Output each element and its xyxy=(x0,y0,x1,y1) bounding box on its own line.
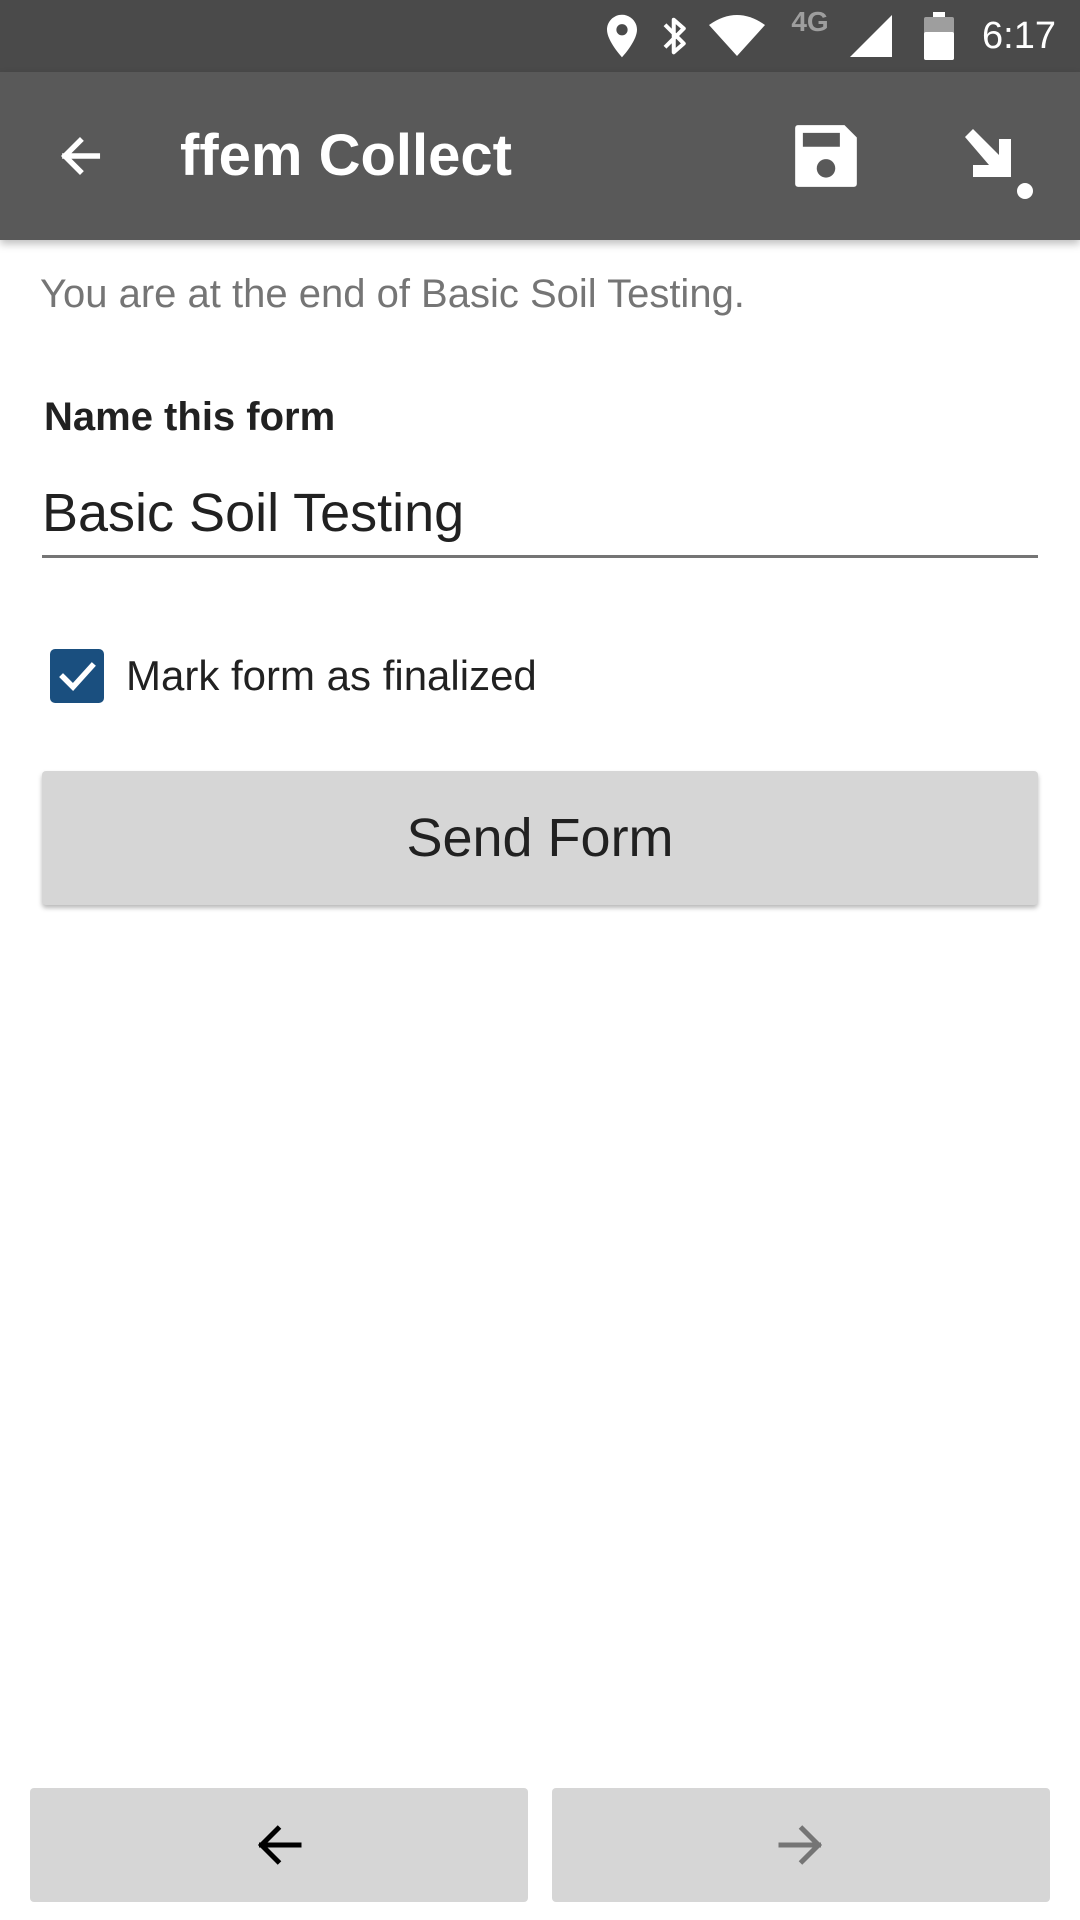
app-bar: ffem Collect xyxy=(0,72,1080,240)
send-form-button[interactable]: Send Form xyxy=(42,771,1038,905)
battery-icon xyxy=(922,0,956,72)
location-icon xyxy=(604,0,640,72)
clock: 6:17 xyxy=(982,15,1056,57)
next-button[interactable] xyxy=(552,1788,1050,1902)
cell-signal-icon xyxy=(846,0,896,72)
save-and-exit-icon[interactable] xyxy=(950,116,1040,206)
back-arrow-icon[interactable] xyxy=(40,116,120,196)
next-arrow-icon xyxy=(778,1825,823,1865)
status-bar: 4G 6:17 xyxy=(0,0,1080,72)
save-icon[interactable] xyxy=(786,116,866,196)
wifi-icon xyxy=(708,0,766,72)
network-type-label: 4G xyxy=(791,6,829,37)
finalize-checkbox-label: Mark form as finalized xyxy=(126,652,537,699)
finalize-checkbox-row[interactable]: Mark form as finalized xyxy=(50,648,537,704)
previous-arrow-icon xyxy=(257,1825,302,1865)
form-name-input[interactable] xyxy=(42,470,1038,558)
name-form-label: Name this form xyxy=(44,395,336,439)
bluetooth-icon xyxy=(658,0,692,72)
end-of-form-message: You are at the end of Basic Soil Testing… xyxy=(40,272,745,316)
previous-button[interactable] xyxy=(30,1788,528,1902)
checkmark-icon xyxy=(59,662,96,691)
app-title: ffem Collect xyxy=(180,123,512,188)
finalize-checkbox[interactable] xyxy=(50,649,104,703)
